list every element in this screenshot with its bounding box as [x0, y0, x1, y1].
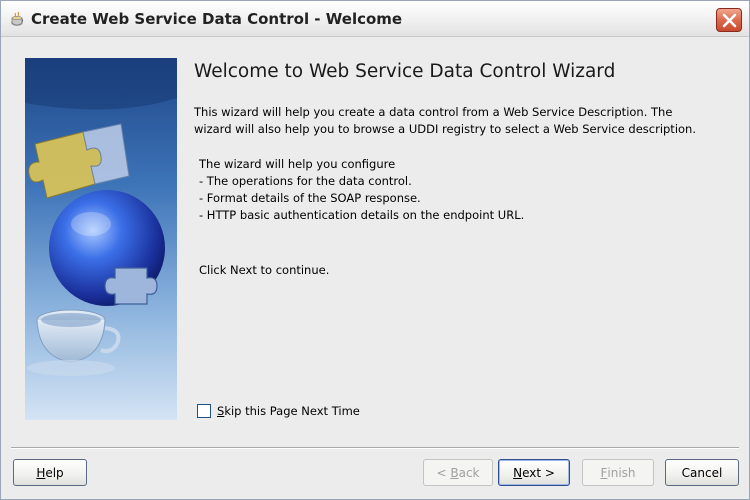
skip-page-label[interactable]: Skip this Page Next Time: [217, 404, 360, 418]
close-icon: [722, 13, 737, 28]
configure-list: The wizard will help you configure - The…: [199, 156, 719, 224]
back-button[interactable]: < Back: [423, 459, 493, 486]
intro-line: This wizard will help you create a data …: [194, 105, 673, 119]
cancel-button[interactable]: Cancel: [665, 459, 739, 486]
intro-line: wizard will also help you to browse a UD…: [194, 122, 696, 136]
help-button[interactable]: Help: [13, 459, 87, 486]
configure-item: - HTTP basic authentication details on t…: [199, 208, 525, 222]
close-button[interactable]: [716, 8, 742, 32]
configure-header: The wizard will help you configure: [199, 157, 396, 171]
configure-item: - The operations for the data control.: [199, 174, 412, 188]
title-bar[interactable]: Create Web Service Data Control - Welcom…: [1, 1, 749, 37]
skip-page-checkbox[interactable]: Skip this Page Next Time: [197, 403, 360, 419]
wizard-banner-image: [25, 58, 177, 420]
wizard-window: Create Web Service Data Control - Welcom…: [0, 0, 750, 500]
coffee-cup-icon: [11, 11, 24, 26]
page-title: Welcome to Web Service Data Control Wiza…: [194, 61, 616, 82]
finish-button[interactable]: Finish: [582, 459, 654, 486]
continue-instruction: Click Next to continue.: [199, 263, 330, 277]
next-button[interactable]: Next >: [498, 459, 570, 486]
divider: [11, 447, 739, 449]
intro-text: This wizard will help you create a data …: [194, 104, 734, 138]
configure-item: - Format details of the SOAP response.: [199, 191, 421, 205]
checkbox-box[interactable]: [197, 404, 211, 418]
window-title: Create Web Service Data Control - Welcom…: [31, 10, 403, 28]
